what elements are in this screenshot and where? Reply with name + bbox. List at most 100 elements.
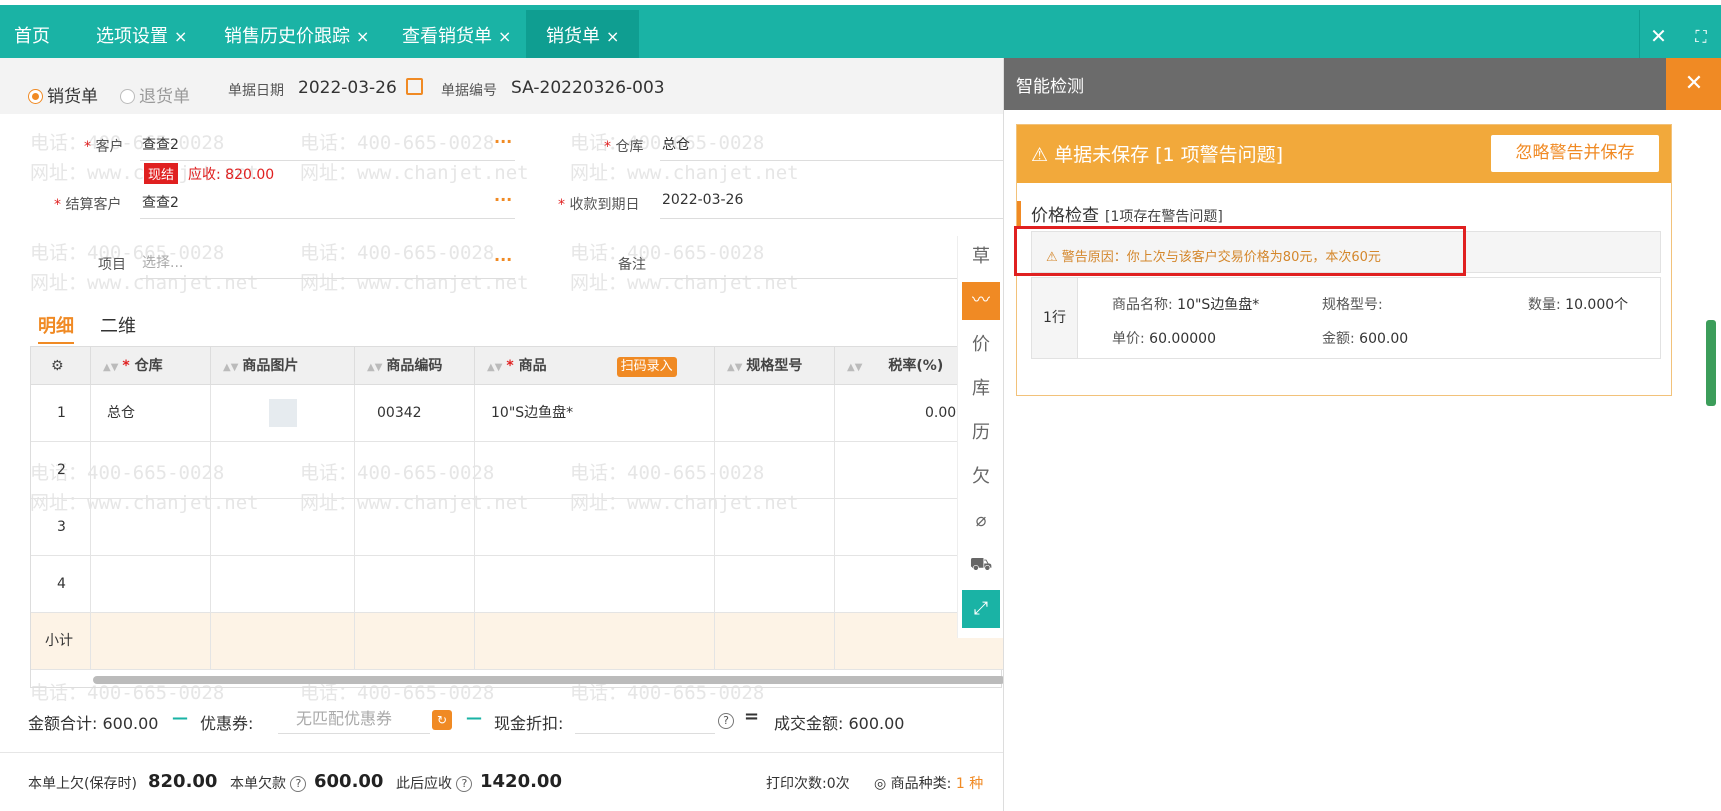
grid-cell[interactable] [355, 499, 475, 556]
equals-icon: = [744, 706, 760, 727]
close-icon[interactable]: × [498, 27, 511, 46]
grid-cell[interactable] [211, 556, 355, 613]
due-date-field[interactable]: 2022-03-26 [662, 192, 743, 208]
grid-cell-code[interactable]: 00342 [355, 385, 475, 442]
panel-title: 智能检测 [1016, 77, 1084, 97]
detail-price: 单价: 60.00000 [1112, 331, 1216, 347]
tab-qr[interactable]: 二维 [100, 312, 136, 338]
date-label: 单据日期 [228, 83, 284, 99]
subtotal-cell [355, 613, 475, 670]
grid-settings-icon[interactable]: ⚙ [31, 347, 91, 385]
grid-cell[interactable] [475, 442, 715, 499]
panel-close-icon[interactable]: ✕ [1666, 58, 1721, 110]
grid-cell-spec[interactable] [715, 385, 835, 442]
grid-cell-warehouse[interactable]: 总仓 [91, 385, 211, 442]
help-icon[interactable]: ? [290, 776, 307, 792]
coupon-input[interactable]: 无匹配优惠券 [278, 704, 430, 734]
warehouse-underline [660, 160, 1005, 161]
grid-cell[interactable] [211, 499, 355, 556]
grid-cell[interactable] [475, 499, 715, 556]
warning-title: ⚠ 单据未保存 [1 项警告问题] [1031, 144, 1284, 166]
minus-icon: — [466, 708, 482, 727]
grid-cell[interactable] [715, 556, 835, 613]
cash-settle-badge: 现结 [144, 163, 179, 184]
close-icon[interactable]: × [356, 27, 369, 46]
radio-sales-order[interactable]: 销货单 [28, 82, 98, 107]
row-number: 2 [31, 442, 91, 499]
customer-underline [140, 160, 515, 161]
date-field[interactable]: 2022-03-26 [298, 78, 397, 98]
grid-cell[interactable] [715, 442, 835, 499]
customer-field[interactable]: 查查2 [142, 134, 179, 154]
debt-icon[interactable]: 欠 [962, 458, 1000, 496]
row-number: 4 [31, 556, 91, 613]
delivery-truck-icon[interactable]: ⛟ [962, 546, 1000, 584]
grid-cell[interactable] [475, 556, 715, 613]
grid-cell-product[interactable]: 10"S边鱼盘* [475, 385, 715, 442]
warning-bar: ⚠ 单据未保存 [1 项警告问题] 忽略警告并保存 [1017, 125, 1671, 183]
vertical-scrollbar[interactable] [1706, 320, 1716, 406]
close-icon[interactable]: × [606, 27, 619, 46]
draft-icon[interactable]: 草 [962, 238, 1000, 276]
horizontal-scrollbar[interactable] [93, 676, 1005, 684]
product-image-icon [269, 399, 297, 427]
grid-cell-image[interactable] [211, 385, 355, 442]
tab-label: 首页 [14, 26, 50, 47]
chart-icon[interactable]: 〰 [962, 282, 1000, 320]
tab-sales-order[interactable]: 销货单 × [526, 10, 640, 63]
tab-home[interactable]: 首页 [14, 10, 50, 63]
customer-more-icon[interactable]: ··· [494, 132, 512, 151]
watermark-text: 网址：www.chanjet.net [570, 272, 799, 294]
col-header-spec[interactable]: ▲▼ 规格型号 [715, 347, 835, 385]
calendar-icon[interactable] [406, 78, 423, 95]
col-header-product[interactable]: ▲▼ * 商品 扫码录入 [475, 347, 715, 385]
col-header-warehouse[interactable]: ▲▼ * 仓库 [91, 347, 211, 385]
grid-cell[interactable] [355, 442, 475, 499]
tab-detail[interactable]: 明细 [38, 312, 74, 344]
prev-debt-label: 本单上欠(保存时) [28, 776, 137, 792]
project-field[interactable]: 选择... [142, 252, 183, 272]
col-header-code[interactable]: ▲▼ 商品编码 [355, 347, 475, 385]
remark-underline[interactable] [660, 278, 960, 279]
help-icon[interactable]: ? [456, 776, 473, 792]
price-check-section: 价格检查 [1项存在警告问题] [1017, 201, 1223, 226]
tab-label: 销货单 [546, 26, 600, 47]
kinds-icon: ◎ [874, 776, 887, 792]
settle-customer-label: * 结算客户 [54, 197, 122, 213]
settle-underline [140, 218, 515, 219]
tab-options[interactable]: 选项设置 × [96, 10, 187, 63]
grid-cell[interactable] [91, 442, 211, 499]
project-more-icon[interactable]: ··· [494, 250, 512, 269]
customer-label: * 客户 [84, 139, 124, 155]
subtotal-cell [211, 613, 355, 670]
tab-view-sales[interactable]: 查看销货单 × [402, 10, 511, 63]
history-icon[interactable]: 历 [962, 414, 1000, 452]
price-icon[interactable]: 价 [962, 326, 1000, 364]
radio-return-order[interactable]: 退货单 [120, 82, 190, 107]
project-underline [140, 278, 515, 279]
grid-cell[interactable] [91, 499, 211, 556]
warehouse-field[interactable]: 总仓 [662, 134, 690, 154]
close-window-icon[interactable]: ✕ [1639, 10, 1677, 63]
prev-debt-value: 820.00 [148, 771, 218, 792]
grid-cell[interactable] [355, 556, 475, 613]
tab-price-history[interactable]: 销售历史价跟踪 × [224, 10, 369, 63]
help-icon[interactable]: ? [718, 710, 734, 729]
expand-icon[interactable]: ⤢ [962, 590, 1000, 628]
settle-more-icon[interactable]: ··· [494, 190, 512, 209]
close-icon[interactable]: × [174, 27, 187, 46]
fullscreen-icon[interactable]: ⛶ [1681, 10, 1721, 63]
col-header-image[interactable]: ▲▼ 商品图片 [211, 347, 355, 385]
tab-label: 销售历史价跟踪 [224, 26, 350, 47]
stock-icon[interactable]: 库 [962, 370, 1000, 408]
refresh-coupon-icon[interactable]: ↻ [432, 710, 452, 730]
attachment-icon[interactable]: ⌀ [962, 502, 1000, 540]
watermark-text: 网址：www.chanjet.net [30, 272, 259, 294]
grid-cell[interactable] [91, 556, 211, 613]
grid-cell[interactable] [715, 499, 835, 556]
grid-cell[interactable] [211, 442, 355, 499]
settle-customer-field[interactable]: 查查2 [142, 192, 179, 212]
ignore-and-save-button[interactable]: 忽略警告并保存 [1491, 135, 1659, 172]
scan-entry-button[interactable]: 扫码录入 [616, 357, 677, 377]
discount-input[interactable] [575, 704, 715, 734]
